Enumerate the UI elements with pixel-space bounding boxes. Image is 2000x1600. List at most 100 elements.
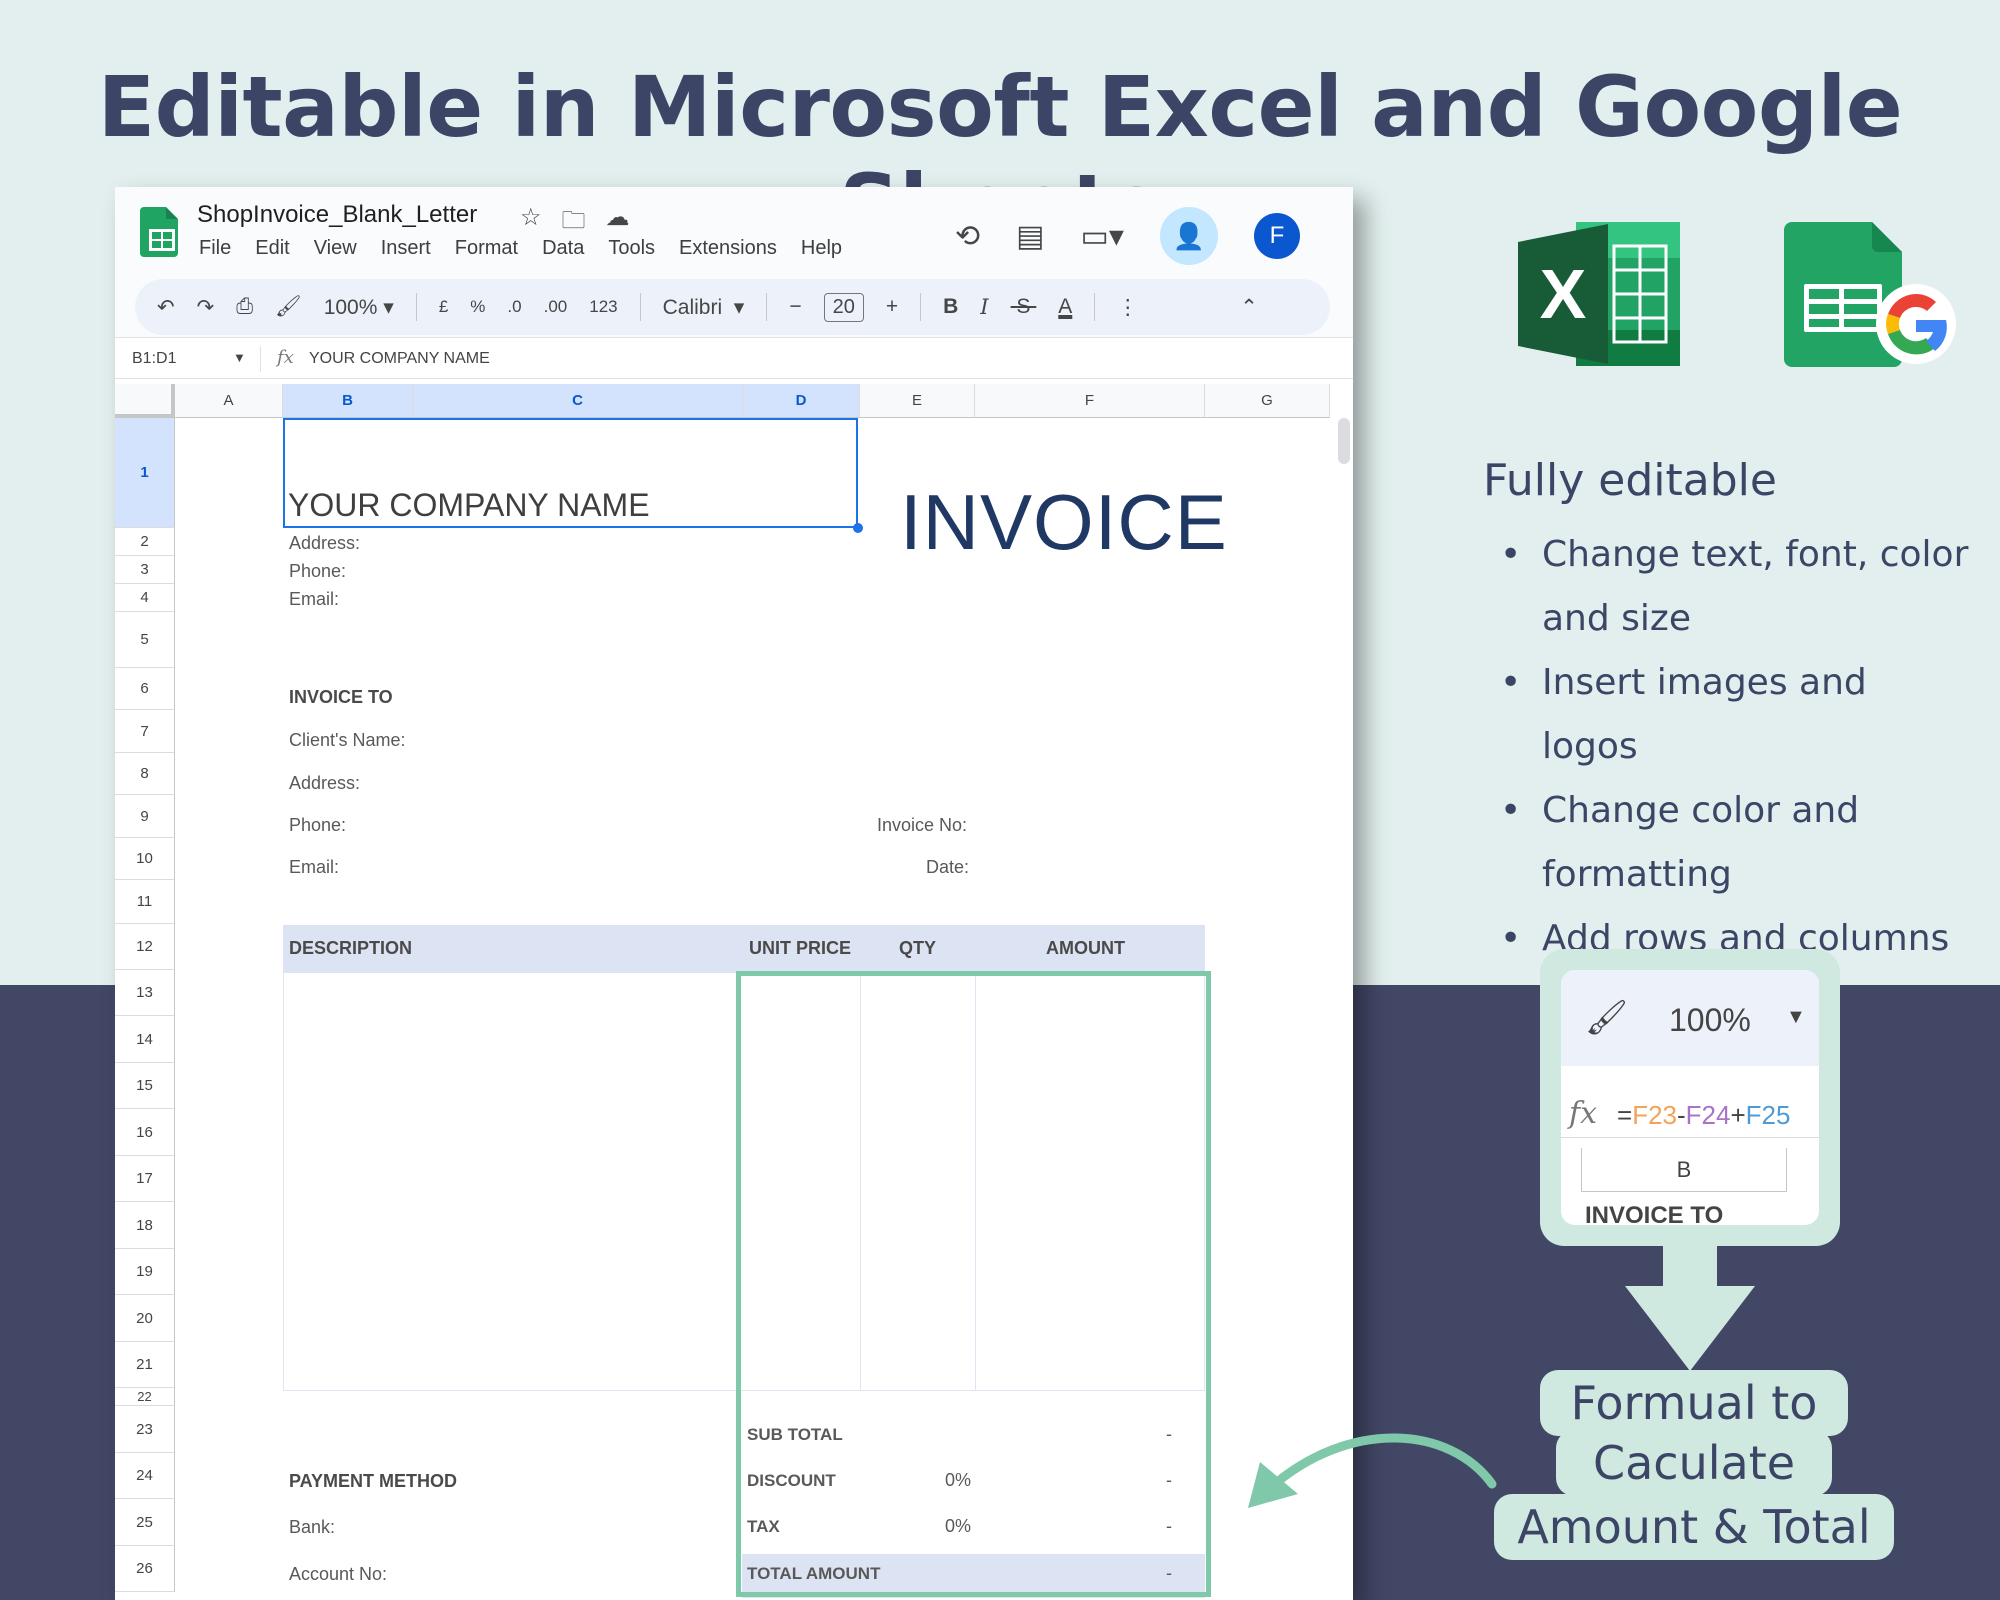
currency-format-button[interactable]: £ — [439, 297, 448, 317]
client-email-label[interactable]: Email: — [289, 857, 339, 878]
zoom-select[interactable]: 100% ▾ — [324, 295, 394, 320]
account-no-label[interactable]: Account No: — [289, 1564, 387, 1585]
company-name-cell[interactable]: YOUR COMPANY NAME — [288, 487, 650, 524]
font-size-input[interactable]: 20 — [823, 292, 864, 322]
row-header[interactable]: 10 — [115, 838, 175, 880]
row-header[interactable]: 15 — [115, 1063, 175, 1109]
text-color-button[interactable]: A — [1058, 295, 1072, 319]
google-sheets-logo-icon[interactable] — [140, 207, 178, 257]
menu-bar: File Edit View Insert Format Data Tools … — [199, 237, 842, 260]
more-options-icon[interactable]: ⋮ — [1117, 295, 1138, 320]
formula-input[interactable]: YOUR COMPANY NAME — [309, 350, 490, 368]
increase-decimal-button[interactable]: .00 — [544, 297, 568, 317]
menu-extensions[interactable]: Extensions — [679, 237, 777, 260]
menu-tools[interactable]: Tools — [608, 237, 655, 260]
column-header-b[interactable]: B — [283, 384, 413, 418]
share-button[interactable]: 👤 — [1159, 207, 1218, 265]
menu-file[interactable]: File — [199, 237, 231, 260]
menu-edit[interactable]: Edit — [255, 237, 289, 260]
unit-price-header[interactable]: UNIT PRICE — [749, 938, 851, 959]
paint-format-icon: 🖌 — [1585, 999, 1629, 1037]
invoice-to-cut-text: INVOICE TO — [1585, 1202, 1724, 1225]
column-header-a[interactable]: A — [175, 384, 283, 418]
meet-icon[interactable]: ▭▾ — [1081, 219, 1124, 254]
invoice-to-heading[interactable]: INVOICE TO — [289, 687, 393, 708]
menu-insert[interactable]: Insert — [381, 237, 431, 260]
column-header-b: B — [1581, 1148, 1787, 1192]
percent-format-button[interactable]: % — [470, 297, 485, 317]
row-header[interactable]: 23 — [115, 1406, 175, 1453]
column-header-e[interactable]: E — [860, 384, 975, 418]
strikethrough-icon[interactable]: S — [1011, 295, 1037, 319]
vertical-scrollbar[interactable] — [1338, 418, 1350, 464]
row-header[interactable]: 16 — [115, 1109, 175, 1156]
menu-format[interactable]: Format — [455, 237, 518, 260]
row-header[interactable]: 20 — [115, 1295, 175, 1342]
qty-header[interactable]: QTY — [899, 938, 936, 959]
row-header[interactable]: 6 — [115, 668, 175, 710]
decrease-decimal-button[interactable]: .0 — [507, 297, 521, 317]
comments-icon[interactable]: ▤ — [1016, 219, 1044, 254]
payment-method-heading[interactable]: PAYMENT METHOD — [289, 1471, 457, 1492]
phone-label[interactable]: Phone: — [289, 561, 346, 582]
column-header-g[interactable]: G — [1205, 384, 1330, 418]
menu-data[interactable]: Data — [542, 237, 584, 260]
font-size-increase-button[interactable]: + — [886, 295, 898, 319]
redo-icon[interactable]: ↷ — [197, 295, 215, 320]
row-header[interactable]: 13 — [115, 970, 175, 1016]
svg-text:X: X — [1540, 255, 1587, 333]
row-header[interactable]: 26 — [115, 1546, 175, 1592]
client-name-label[interactable]: Client's Name: — [289, 730, 405, 751]
print-icon[interactable]: ⎙ — [236, 295, 253, 319]
row-header[interactable]: 17 — [115, 1156, 175, 1202]
row-header[interactable]: 18 — [115, 1202, 175, 1249]
row-header[interactable]: 24 — [115, 1453, 175, 1499]
invoice-title[interactable]: INVOICE — [900, 477, 1228, 568]
client-address-label[interactable]: Address: — [289, 773, 360, 794]
name-box[interactable]: B1:D1 — [132, 350, 176, 368]
invoice-no-label[interactable]: Invoice No: — [877, 815, 967, 836]
bank-label[interactable]: Bank: — [289, 1517, 335, 1538]
row-header[interactable]: 3 — [115, 556, 175, 584]
column-header-d[interactable]: D — [743, 384, 860, 418]
address-label[interactable]: Address: — [289, 533, 360, 554]
version-history-icon[interactable]: ⟲ — [955, 219, 980, 254]
name-box-dropdown-icon[interactable]: ▼ — [233, 350, 246, 365]
row-header[interactable]: 21 — [115, 1342, 175, 1388]
paint-format-icon[interactable]: 🖌 — [275, 295, 302, 319]
menu-help[interactable]: Help — [801, 237, 842, 260]
fx-icon: fx — [1569, 1096, 1598, 1131]
date-label[interactable]: Date: — [926, 857, 969, 878]
row-header[interactable]: 5 — [115, 612, 175, 668]
row-header[interactable]: 7 — [115, 710, 175, 753]
font-select[interactable]: Calibri ▾ — [663, 295, 745, 320]
italic-button[interactable]: I — [980, 295, 988, 319]
row-header[interactable]: 4 — [115, 584, 175, 612]
menu-view[interactable]: View — [314, 237, 357, 260]
row-header[interactable]: 1 — [115, 418, 175, 528]
email-label[interactable]: Email: — [289, 589, 339, 610]
select-all-corner[interactable] — [115, 384, 175, 418]
row-header[interactable]: 22 — [115, 1388, 175, 1406]
amount-header[interactable]: AMOUNT — [1046, 938, 1125, 959]
row-header[interactable]: 12 — [115, 924, 175, 970]
row-header[interactable]: 8 — [115, 753, 175, 795]
row-header[interactable]: 25 — [115, 1499, 175, 1546]
client-phone-label[interactable]: Phone: — [289, 815, 346, 836]
row-header[interactable]: 14 — [115, 1016, 175, 1063]
row-header[interactable]: 2 — [115, 528, 175, 556]
bold-button[interactable]: B — [943, 295, 958, 319]
row-header[interactable]: 11 — [115, 880, 175, 924]
row-header[interactable]: 9 — [115, 795, 175, 838]
undo-icon[interactable]: ↶ — [157, 295, 175, 320]
column-header-c[interactable]: C — [413, 384, 743, 418]
fill-handle[interactable] — [853, 523, 863, 533]
column-header-f[interactable]: F — [975, 384, 1205, 418]
description-header[interactable]: DESCRIPTION — [289, 938, 412, 959]
document-title[interactable]: ShopInvoice_Blank_Letter — [197, 201, 477, 229]
font-size-decrease-button[interactable]: − — [789, 295, 801, 319]
avatar[interactable]: F — [1253, 213, 1300, 259]
collapse-toolbar-icon[interactable]: ⌃ — [1240, 295, 1258, 320]
row-header[interactable]: 19 — [115, 1249, 175, 1295]
number-format-button[interactable]: 123 — [589, 297, 617, 317]
